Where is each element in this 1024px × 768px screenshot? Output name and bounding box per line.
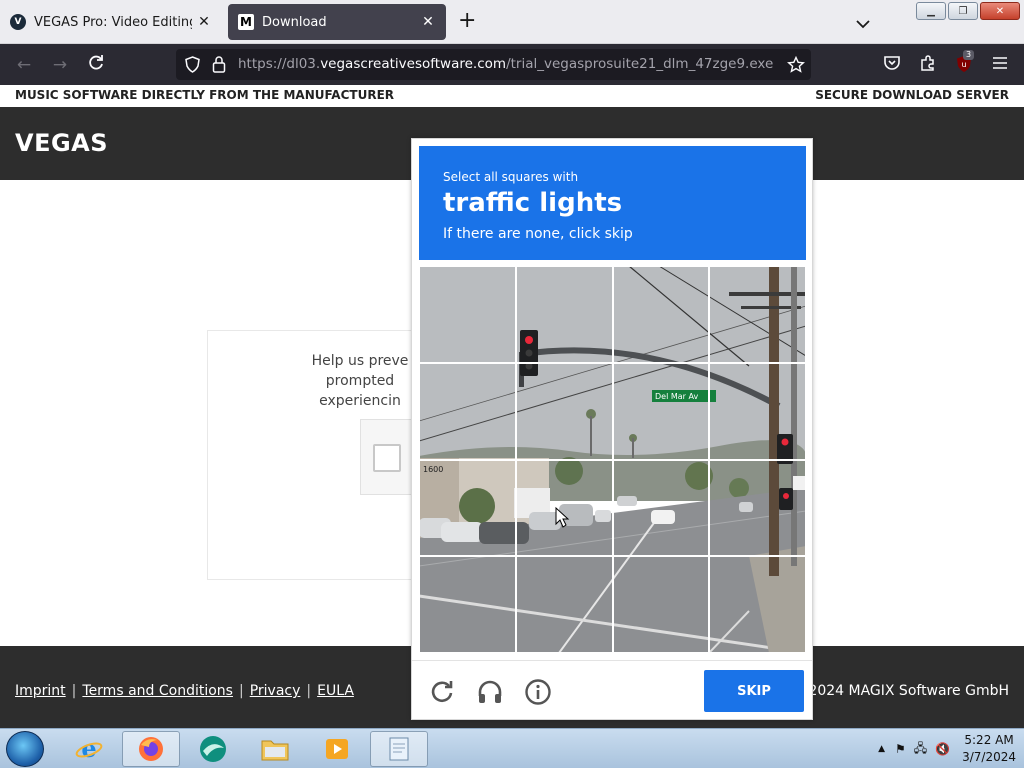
network-icon[interactable]: 🖧 xyxy=(914,739,927,760)
taskbar-file-explorer[interactable] xyxy=(246,731,304,767)
captcha-tile[interactable] xyxy=(709,556,806,653)
captcha-tile[interactable] xyxy=(515,556,613,653)
captcha-tile[interactable] xyxy=(419,266,516,363)
captcha-tile[interactable] xyxy=(515,362,613,460)
captcha-tile[interactable] xyxy=(515,266,613,363)
close-tab-icon[interactable]: ✕ xyxy=(196,14,212,30)
clock-time: 5:22 AM xyxy=(964,733,1014,747)
refresh-icon[interactable] xyxy=(428,678,456,706)
footer-link-eula[interactable]: EULA xyxy=(317,683,354,699)
captcha-tile[interactable] xyxy=(612,266,710,363)
pocket-button[interactable] xyxy=(881,54,903,76)
extension-badge: 3 xyxy=(963,50,975,60)
minimize-button[interactable]: ▁ xyxy=(916,2,946,20)
footer-link-privacy[interactable]: Privacy xyxy=(250,683,301,699)
captcha-footer: SKIP xyxy=(412,660,812,720)
action-center-flag-icon[interactable]: ⚑ xyxy=(895,742,906,756)
info-icon[interactable] xyxy=(524,678,552,706)
vegas-favicon-icon: V xyxy=(10,14,26,30)
captcha-checkbox[interactable] xyxy=(373,444,401,472)
copyright: 3 - 2024 MAGIX Software GmbH xyxy=(785,683,1009,699)
close-tab-icon[interactable]: ✕ xyxy=(420,14,436,30)
pocket-icon xyxy=(884,56,900,70)
captcha-tile[interactable] xyxy=(612,362,710,460)
app-sphere-icon xyxy=(200,736,226,762)
taskbar-notepad[interactable] xyxy=(370,731,428,767)
svg-text:u: u xyxy=(961,60,966,69)
list-all-tabs-button[interactable] xyxy=(856,14,870,33)
start-button[interactable] xyxy=(6,731,44,767)
manufacturer-tagline: MUSIC SOFTWARE DIRECTLY FROM THE MANUFAC… xyxy=(15,88,395,102)
address-bar[interactable]: https://dl03.vegascreativesoftware.com/t… xyxy=(176,49,811,80)
browser-nav-bar: ← → https://dl03.vegascreativesoftware.c… xyxy=(0,44,1024,85)
taskbar-firefox[interactable] xyxy=(122,731,180,767)
lock-icon[interactable] xyxy=(212,55,226,73)
shield-icon[interactable] xyxy=(184,56,201,73)
captcha-challenge-dialog: Select all squares with traffic lights I… xyxy=(411,138,813,720)
back-button[interactable]: ← xyxy=(13,54,35,76)
notepad-icon xyxy=(389,737,409,761)
captcha-tile[interactable] xyxy=(419,459,516,557)
footer-link-terms[interactable]: Terms and Conditions xyxy=(82,683,233,699)
window-controls: ▁ ❐ ✕ xyxy=(916,2,1020,20)
captcha-tile[interactable] xyxy=(612,459,710,557)
reload-icon xyxy=(89,55,103,70)
captcha-header: Select all squares with traffic lights I… xyxy=(419,146,806,260)
vegas-logo[interactable]: VEGAS xyxy=(15,129,108,157)
captcha-tile[interactable] xyxy=(419,362,516,460)
clock-date: 3/7/2024 xyxy=(962,750,1016,764)
captcha-tile[interactable] xyxy=(709,362,806,460)
windows-taskbar: e ▲ ⚑ 🖧 🔇 5:22 AM 3/7/2024 xyxy=(0,728,1024,768)
show-hidden-icons-button[interactable]: ▲ xyxy=(878,744,885,754)
folder-icon xyxy=(261,740,289,761)
svg-text:e: e xyxy=(81,735,96,763)
tab-download[interactable]: M Download ✕ xyxy=(228,4,446,40)
media-player-icon xyxy=(326,739,348,759)
ublock-extension-button[interactable]: u 3 xyxy=(953,50,975,76)
hamburger-menu-icon xyxy=(993,57,1007,69)
firefox-icon xyxy=(139,737,163,761)
system-tray: ▲ ⚑ 🖧 🔇 5:22 AM 3/7/2024 xyxy=(878,729,1016,768)
internet-explorer-icon: e xyxy=(75,735,103,763)
chevron-down-icon xyxy=(856,20,870,29)
reload-button[interactable] xyxy=(85,54,107,76)
tab-title: Download xyxy=(262,14,327,30)
secure-server-label: SECURE DOWNLOAD SERVER xyxy=(815,88,1009,102)
captcha-tile[interactable] xyxy=(419,556,516,653)
close-window-button[interactable]: ✕ xyxy=(980,2,1020,20)
headphones-icon[interactable] xyxy=(476,678,504,706)
captcha-tile[interactable] xyxy=(709,266,806,363)
taskbar-media-player[interactable] xyxy=(308,731,366,767)
bookmark-star-icon[interactable] xyxy=(787,56,805,74)
magix-favicon-icon: M xyxy=(238,14,254,30)
clock[interactable]: 5:22 AM 3/7/2024 xyxy=(962,732,1016,766)
restore-button[interactable]: ❐ xyxy=(948,2,978,20)
captcha-instruction: Select all squares with xyxy=(443,170,579,184)
taskbar-internet-explorer[interactable]: e xyxy=(60,731,118,767)
captcha-hint: If there are none, click skip xyxy=(443,226,633,242)
skip-button[interactable]: SKIP xyxy=(704,670,804,712)
forward-button[interactable]: → xyxy=(49,54,71,76)
footer-link-imprint[interactable]: Imprint xyxy=(15,683,66,699)
captcha-tile[interactable] xyxy=(709,459,806,557)
captcha-tile[interactable] xyxy=(515,459,613,557)
footer-links: Imprint | Terms and Conditions | Privacy | EUL… xyxy=(15,683,354,699)
browser-tab-bar: V VEGAS Pro: Video Editing Softw ✕ M Dow… xyxy=(0,0,1024,44)
extensions-button[interactable] xyxy=(917,54,939,76)
new-tab-button[interactable]: + xyxy=(458,10,476,32)
captcha-target: traffic lights xyxy=(443,188,623,218)
puzzle-icon xyxy=(921,55,934,71)
url-text: https://dl03.vegascreativesoftware.com/t… xyxy=(238,56,774,72)
captcha-tile[interactable] xyxy=(612,556,710,653)
taskbar-app-teal[interactable] xyxy=(184,731,242,767)
top-strip: MUSIC SOFTWARE DIRECTLY FROM THE MANUFAC… xyxy=(0,85,1024,107)
tab-title: VEGAS Pro: Video Editing Softw xyxy=(34,14,192,30)
volume-muted-icon[interactable]: 🔇 xyxy=(935,742,950,756)
tab-vegas-pro[interactable]: V VEGAS Pro: Video Editing Softw ✕ xyxy=(0,4,222,40)
captcha-image-grid: 1600 Del Mar Av xyxy=(419,266,806,653)
menu-button[interactable] xyxy=(989,54,1011,76)
